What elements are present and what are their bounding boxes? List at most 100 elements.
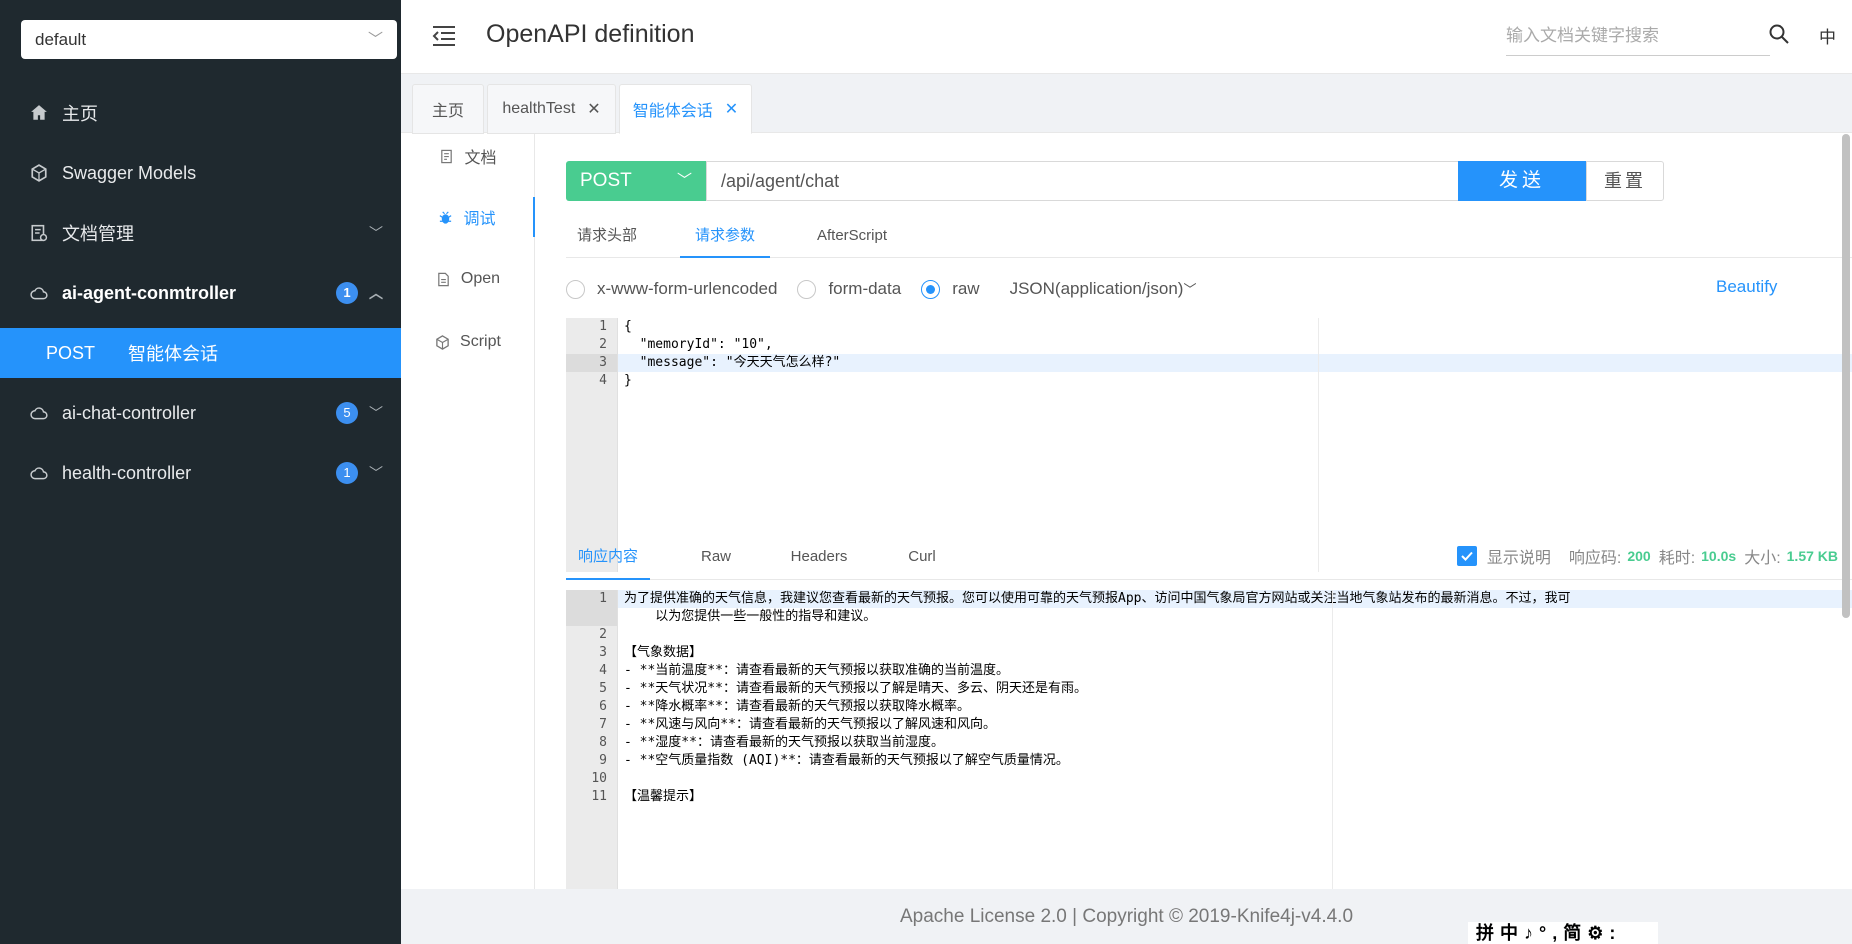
line-number: 4 [599,663,607,678]
time-label: 耗时: [1658,550,1696,567]
sidebar-item-ai-chat-controller[interactable]: ai-chat-controller 5 ﹀ [0,383,401,443]
tab-response-curl[interactable]: Curl [892,534,952,580]
radio-label: x-www-form-urlencoded [597,279,778,298]
response-text: 为了提供准确的天气信息，我建议您查看最新的天气预报。您可以使用可靠的天气预报Ap… [618,590,1852,806]
group-select[interactable]: default ﹀ [21,20,397,59]
response-line: - **风速与风向**：请查看最新的天气预报以了解风速和风向。 [624,717,996,732]
radio-raw[interactable] [921,279,941,299]
tab-after-script[interactable]: AfterScript [802,216,902,258]
line-number: 3 [566,354,617,372]
tab-label: healthTest [502,100,576,117]
line-number: 7 [599,717,607,732]
beautify-button[interactable]: Beautify [1716,277,1777,297]
footer-text: Apache License 2.0 | Copyright © 2019-Kn… [899,906,1354,927]
nav-doc[interactable]: 文档 [401,136,535,176]
chevron-down-icon: ﹀ [369,225,383,241]
sidebar-item-home[interactable]: 主页 [0,83,401,143]
url-input[interactable]: /api/agent/chat [706,161,1461,201]
line-number: 5 [599,681,607,696]
tab-bar: 主页 healthTest ✕ 智能体会话 ✕ [401,74,1852,134]
tab-label: 智能体会话 [632,103,713,120]
cloud-icon [0,404,62,422]
debug-panel: POST ﹀ /api/agent/chat 发送 重置 请求头部 请求参数 A… [536,134,1852,889]
show-desc-checkbox[interactable] [1456,546,1477,566]
response-line [618,626,1852,644]
line-number [566,608,617,626]
response-editor[interactable]: 1 2 3 4 5 6 7 8 9 10 11 为了提供准确的天气信息，我建议您… [566,590,1852,889]
method-value: POST [580,170,632,191]
code-line: { [624,319,632,334]
sidebar-item-label: 文档管理 [62,224,134,244]
line-number: 2 [599,627,607,642]
print-margin [1332,590,1333,889]
response-line: - **降水概率**：请查看最新的天气预报以获取降水概率。 [624,699,970,714]
chevron-up-icon: ︿ [369,285,383,301]
radio-label: form-data [828,279,902,298]
radio-form-data[interactable] [797,279,817,299]
sidebar-item-swagger-models[interactable]: Swagger Models [0,143,401,203]
tab-request-headers[interactable]: 请求头部 [566,216,648,258]
send-button[interactable]: 发送 [1458,161,1586,201]
line-number: 11 [591,789,607,804]
tab-response-raw[interactable]: Raw [686,534,746,580]
vertical-scrollbar[interactable] [1842,134,1850,618]
method-label: POST [46,342,96,363]
code-line: "memoryId": "10", [624,337,773,352]
chevron-down-icon: ﹀ [676,172,692,189]
sidebar-item-ai-agent-controller[interactable]: ai-agent-conmtroller 1 ︿ [0,263,401,323]
line-number: 10 [591,771,607,786]
request-tabs: 请求头部 请求参数 AfterScript [566,216,1852,258]
sidebar-item-label: ai-agent-conmtroller [62,282,237,303]
search-input[interactable] [1506,16,1770,56]
radio-urlencoded[interactable] [566,279,585,299]
response-line: - **当前温度**：请查看最新的天气预报以获取准确的当前温度。 [624,663,1009,678]
sidebar-item-health-controller[interactable]: health-controller 1 ﹀ [0,443,401,503]
method-select[interactable]: POST ﹀ [566,161,706,201]
script-icon [436,334,449,350]
models-icon [0,164,62,182]
line-number: 6 [599,699,607,714]
response-size: 1.57 KB [1786,548,1838,564]
code-line: "message": "今天天气怎么样?" [618,354,1852,372]
tab-request-params[interactable]: 请求参数 [680,216,770,258]
radio-label: raw [952,279,980,298]
response-line: - **湿度**：请查看最新的天气预报以获取当前湿度。 [624,735,944,750]
nav-label: 调试 [463,211,496,228]
count-badge: 5 [336,402,358,424]
chevron-down-icon: ﹀ [367,31,383,48]
sidebar-item-label: ai-chat-controller [62,402,197,423]
group-select-value: default [35,30,87,49]
response-line: - **空气质量指数 (AQI)**：请查看最新的天气预报以了解空气质量情况。 [624,753,1069,768]
response-tabs: 响应内容 Raw Headers Curl 显示说明 响应码: 200 耗时: … [566,534,1852,580]
sidebar-item-label: health-controller [62,462,192,483]
body-type-group: x-www-form-urlencoded form-data raw JSON… [566,277,1196,301]
tab-home[interactable]: 主页 [412,84,484,134]
language-switch[interactable]: 中 [1819,23,1836,48]
content-type-select[interactable]: JSON(application/json)﹀ [1010,279,1197,299]
tab-agent-chat[interactable]: 智能体会话 ✕ [619,84,752,134]
nav-open[interactable]: Open [401,259,535,299]
home-icon [0,104,62,122]
tab-response-headers[interactable]: Headers [784,534,854,580]
size-label: 大小: [1744,550,1781,567]
search-icon[interactable] [1768,23,1790,45]
menu-collapse-icon[interactable] [431,24,457,48]
reset-button[interactable]: 重置 [1586,161,1664,201]
nav-script[interactable]: Script [401,322,535,362]
tab-label: 主页 [431,103,464,120]
code-area: { "memoryId": "10", "message": "今天天气怎么样?… [618,318,1852,390]
line-number: 8 [599,735,607,750]
sidebar-item-doc-manage[interactable]: 文档管理 ﹀ [0,203,401,263]
close-icon[interactable]: ✕ [587,99,600,119]
tab-response-content[interactable]: 响应内容 [566,534,650,580]
tab-health-test[interactable]: healthTest ✕ [487,84,616,134]
response-time: 10.0s [1701,548,1737,564]
sidebar-subitem-agent-chat[interactable]: POST 智能体会话 [0,328,401,378]
nav-debug[interactable]: 调试 [401,197,535,237]
nav-label: Open [460,270,501,287]
ime-toolbar[interactable]: 拼中♪°,简⚙: [1468,922,1658,944]
close-icon[interactable]: ✕ [725,99,738,119]
line-number: 1 [599,319,607,334]
count-badge: 1 [336,282,358,304]
sidebar: default ﹀ 主页 Swagger Models 文档管理 ﹀ ai-ag… [0,0,401,944]
